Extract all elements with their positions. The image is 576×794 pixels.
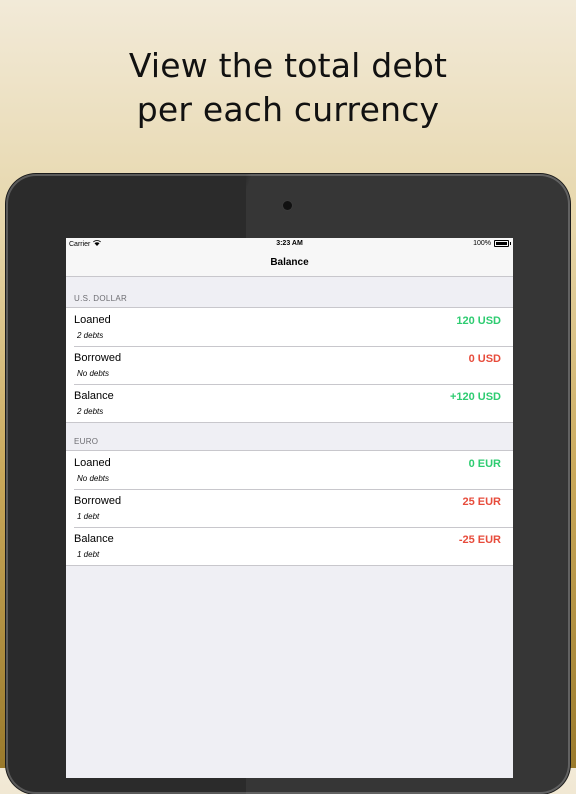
row-title: Loaned (74, 457, 111, 469)
section-header-eur: EURO (74, 437, 99, 446)
section-usd: Loaned 2 debts 120 USD Borrowed No debts… (66, 307, 513, 423)
row-subtitle: 2 debts (77, 331, 104, 340)
row-amount: +120 USD (449, 391, 501, 403)
row-title: Borrowed (74, 495, 122, 507)
promo-headline: View the total debt per each currency (0, 44, 576, 132)
battery-percent: 100% (473, 240, 491, 247)
camera-icon (283, 201, 292, 210)
row-eur-loaned[interactable]: Loaned No debts 0 EUR (66, 451, 513, 489)
row-amount: -25 EUR (458, 534, 501, 546)
row-subtitle: 2 debts (77, 407, 104, 416)
navigation-bar: Balance (66, 250, 513, 277)
status-bar: Carrier 3:23 AM 100% (66, 238, 513, 250)
nav-title: Balance (270, 257, 309, 268)
row-title: Borrowed (74, 352, 122, 364)
row-amount: 0 EUR (468, 458, 501, 470)
headline-line-1: View the total debt (128, 46, 448, 85)
row-title: Balance (74, 533, 114, 545)
status-right: 100% (473, 240, 511, 247)
battery-icon (494, 240, 511, 247)
row-title: Loaned (74, 314, 111, 326)
row-subtitle: 1 debt (77, 550, 100, 559)
row-usd-balance[interactable]: Balance 2 debts +120 USD (66, 384, 513, 422)
row-usd-loaned[interactable]: Loaned 2 debts 120 USD (66, 308, 513, 346)
row-amount: 0 USD (468, 353, 501, 365)
row-amount: 25 EUR (462, 496, 501, 508)
row-subtitle: No debts (77, 369, 110, 378)
row-eur-borrowed[interactable]: Borrowed 1 debt 25 EUR (66, 489, 513, 527)
row-subtitle: No debts (77, 474, 110, 483)
status-time: 3:23 AM (276, 240, 303, 247)
row-amount: 120 USD (456, 315, 501, 327)
row-eur-balance[interactable]: Balance 1 debt -25 EUR (66, 527, 513, 565)
row-title: Balance (74, 390, 114, 402)
row-usd-borrowed[interactable]: Borrowed No debts 0 USD (66, 346, 513, 384)
app-screen: Carrier 3:23 AM 100% Balance U.S. DOLLAR… (66, 238, 513, 778)
row-subtitle: 1 debt (77, 512, 100, 521)
section-eur: Loaned No debts 0 EUR Borrowed 1 debt 25… (66, 450, 513, 566)
headline-line-2: per each currency (136, 90, 440, 129)
section-header-usd: U.S. DOLLAR (74, 294, 128, 303)
